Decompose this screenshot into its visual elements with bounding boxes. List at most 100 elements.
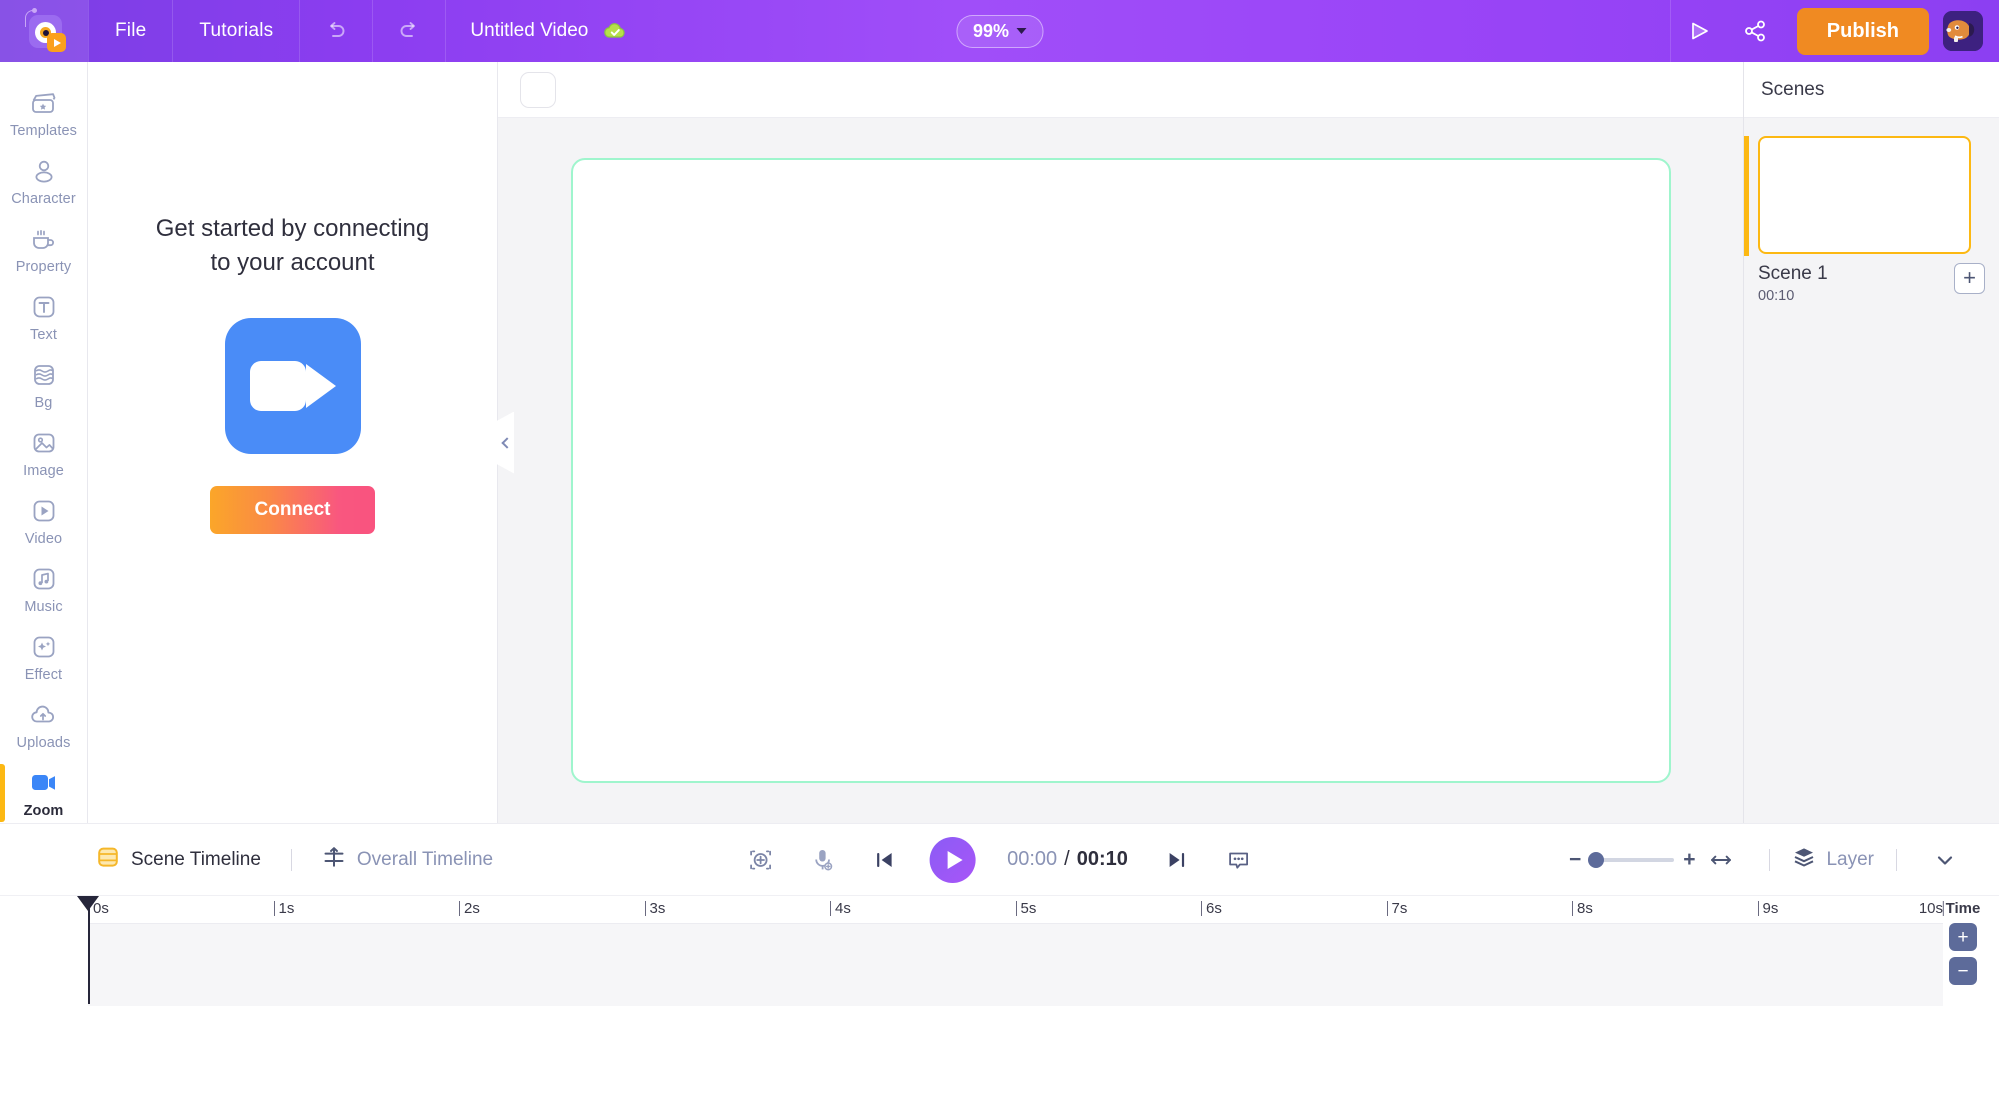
timeline-zoom-track[interactable] bbox=[1588, 851, 1675, 868]
add-scene-button[interactable]: + bbox=[1954, 263, 1985, 294]
layer-label: Layer bbox=[1826, 848, 1874, 870]
timeline-playhead[interactable] bbox=[77, 896, 99, 1004]
zoom-camera-logo-icon bbox=[224, 318, 361, 455]
next-frame-button[interactable] bbox=[1146, 847, 1208, 873]
sidebar-item-video[interactable]: Video bbox=[0, 486, 87, 554]
scenes-title: Scenes bbox=[1761, 78, 1825, 100]
chevron-left-icon bbox=[501, 436, 513, 449]
divider bbox=[1896, 848, 1897, 871]
sidebar-item-label: Effect bbox=[24, 667, 63, 683]
sidebar-item-label: Character bbox=[11, 191, 76, 207]
sidebar-item-image[interactable]: Image bbox=[0, 418, 87, 486]
scenes-list: Scene 1 00:10 + bbox=[1744, 118, 1999, 304]
tutorials-menu[interactable]: Tutorials bbox=[172, 0, 299, 62]
tab-label: Overall Timeline bbox=[356, 848, 494, 870]
app-logo-icon[interactable] bbox=[0, 0, 88, 62]
timeline-track[interactable] bbox=[88, 924, 1943, 1006]
timeline-ruler[interactable]: 0s 1s 2s 3s 4s 5s 6s 7s 8s 9s 10s bbox=[88, 896, 1945, 924]
previous-frame-icon bbox=[876, 852, 892, 867]
sidebar-item-label: Uploads bbox=[16, 735, 71, 751]
sidebar-item-label: Zoom bbox=[23, 803, 64, 819]
sidebar-item-zoom[interactable]: Zoom bbox=[0, 758, 87, 823]
caption-bubble-icon bbox=[1229, 852, 1249, 869]
canvas-area[interactable] bbox=[498, 118, 1743, 823]
fit-width-button[interactable] bbox=[1695, 847, 1747, 873]
timeline: Scene Timeline Overall Timeline 00:00 / … bbox=[0, 823, 1999, 1093]
sidebar-item-music[interactable]: Music bbox=[0, 554, 87, 622]
project-title-group[interactable]: Untitled Video bbox=[445, 0, 652, 62]
timeline-toolbar: Scene Timeline Overall Timeline 00:00 / … bbox=[0, 824, 1999, 896]
timeline-collapse-button[interactable] bbox=[1919, 848, 1971, 872]
timeline-right-controls: − + Layer bbox=[1569, 845, 1999, 874]
timeline-zoom-knob[interactable] bbox=[1588, 851, 1605, 868]
timeline-track-column: 0s 1s 2s 3s 4s 5s 6s 7s 8s 9s 10s bbox=[0, 896, 1999, 1093]
panel-collapse-button[interactable] bbox=[497, 411, 514, 474]
sidebar-item-character[interactable]: Character bbox=[0, 146, 87, 214]
sidebar-item-label: Bg bbox=[34, 395, 53, 411]
connect-button[interactable]: Connect bbox=[210, 486, 375, 535]
time-decrease-button[interactable]: − bbox=[1949, 957, 1977, 985]
timeline-zoom-out-button[interactable]: − bbox=[1569, 849, 1581, 870]
scene-name: Scene 1 bbox=[1758, 263, 1828, 284]
timeline-zoom-slider[interactable]: − + bbox=[1569, 849, 1696, 870]
microphone-record-button[interactable] bbox=[791, 846, 853, 874]
canvas-tool-button[interactable] bbox=[520, 71, 556, 108]
ruler-tick: 2s bbox=[459, 900, 480, 917]
timeline-zoom-in-button[interactable]: + bbox=[1683, 849, 1695, 870]
ruler-tick: 4s bbox=[830, 900, 851, 917]
cloud-saved-check-icon bbox=[604, 23, 625, 38]
app-root: File Tutorials Untitled Video 99% Publis… bbox=[0, 0, 1999, 1093]
project-title[interactable]: Untitled Video bbox=[470, 20, 588, 42]
undo-button[interactable] bbox=[299, 0, 372, 62]
sidebar-item-bg[interactable]: Bg bbox=[0, 350, 87, 418]
fit-to-frame-button[interactable] bbox=[729, 846, 791, 874]
sidebar-item-property[interactable]: Property bbox=[0, 214, 87, 282]
list-item[interactable]: Scene 1 00:10 + bbox=[1744, 136, 1985, 304]
top-bar-right: Publish bbox=[1669, 0, 1999, 62]
share-icon bbox=[1744, 20, 1765, 42]
cloud-upload-icon bbox=[27, 699, 61, 731]
preview-button[interactable] bbox=[1671, 0, 1727, 62]
timeline-ruler-area: 0s 1s 2s 3s 4s 5s 6s 7s 8s 9s 10s Time + − bbox=[0, 896, 1999, 1093]
redo-button[interactable] bbox=[372, 0, 445, 62]
clapperboard-icon bbox=[27, 87, 61, 119]
ruler-tick: 9s bbox=[1757, 900, 1778, 917]
avatar[interactable] bbox=[1943, 11, 1983, 51]
publish-button[interactable]: Publish bbox=[1796, 7, 1929, 55]
share-button[interactable] bbox=[1727, 0, 1783, 62]
play-button[interactable] bbox=[929, 836, 976, 883]
sidebar-item-label: Music bbox=[24, 599, 63, 615]
scene-thumbnail[interactable] bbox=[1758, 136, 1971, 254]
layer-stack-icon bbox=[1792, 845, 1816, 874]
canvas-zoom-value: 99% bbox=[972, 20, 1010, 41]
sidebar-item-templates[interactable]: Templates bbox=[0, 78, 87, 146]
caption-button[interactable] bbox=[1208, 846, 1270, 874]
timeline-tabs: Scene Timeline Overall Timeline bbox=[88, 845, 501, 874]
time-control-label: Time bbox=[1945, 900, 1981, 917]
canvas-zoom-dropdown[interactable]: 99% bbox=[955, 14, 1044, 48]
logo-play-badge-icon bbox=[47, 33, 66, 52]
ruler-tick: 7s bbox=[1386, 900, 1407, 917]
layer-button[interactable]: Layer bbox=[1792, 845, 1874, 874]
tab-overall-timeline[interactable]: Overall Timeline bbox=[314, 845, 501, 874]
sidebar-item-text[interactable]: Text bbox=[0, 282, 87, 350]
file-menu[interactable]: File bbox=[88, 0, 172, 62]
canvas-stage bbox=[498, 62, 1743, 823]
sidebar-item-label: Image bbox=[23, 463, 64, 479]
video-canvas[interactable] bbox=[570, 158, 1671, 783]
sidebar-item-label: Video bbox=[24, 531, 63, 547]
time-increase-button[interactable]: + bbox=[1949, 923, 1977, 951]
scenes-header: Scenes bbox=[1744, 62, 1999, 118]
top-bar: File Tutorials Untitled Video 99% Publis… bbox=[0, 0, 1999, 62]
previous-frame-button[interactable] bbox=[853, 847, 915, 873]
divider bbox=[1769, 848, 1771, 871]
sidebar-item-label: Templates bbox=[10, 123, 77, 139]
sidebar-item-uploads[interactable]: Uploads bbox=[0, 690, 87, 758]
chevron-down-icon bbox=[1937, 855, 1953, 865]
ruler-tick: 3s bbox=[644, 900, 665, 917]
tab-scene-timeline[interactable]: Scene Timeline bbox=[88, 845, 269, 874]
sidebar-item-effect[interactable]: Effect bbox=[0, 622, 87, 690]
sparkle-effect-icon bbox=[27, 631, 61, 663]
redo-icon bbox=[401, 22, 416, 37]
chevron-down-icon bbox=[1016, 28, 1027, 34]
